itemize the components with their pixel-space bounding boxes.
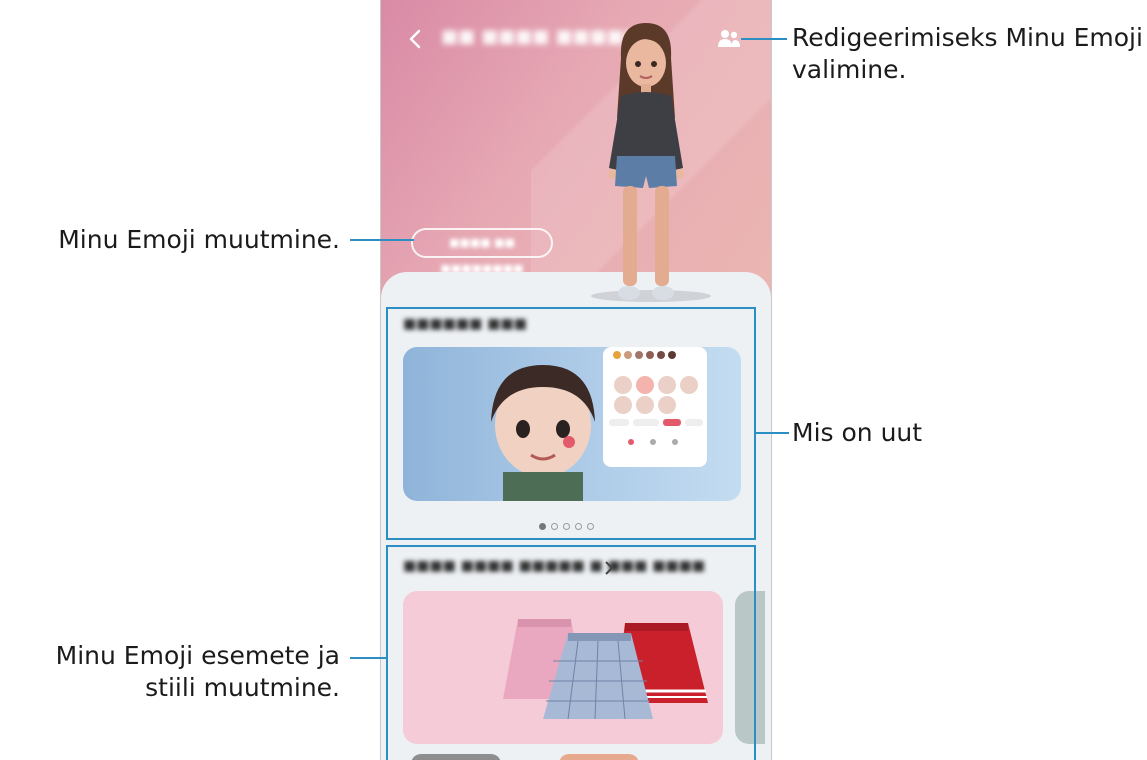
callout-line-whats-new [756,432,789,434]
callout-line-items [350,657,386,659]
change-emoji-button[interactable]: ■■■■ ■■ ■■■■■■■■ [411,228,553,275]
callout-items-style: Minu Emoji esemete ja stiili muutmine. [55,641,340,702]
callout-whats-new: Mis on uut [792,418,923,447]
my-emoji-avatar [608,23,684,300]
back-arrow-icon[interactable] [403,26,429,52]
people-icon[interactable] [717,28,741,50]
callout-line-select [741,38,787,40]
whats-new-highlight [386,307,756,540]
callout-change-emoji: Minu Emoji muutmine. [58,225,340,254]
callout-select-emoji: Redigeerimiseks Minu Emoji valimine. [792,23,1143,84]
items-style-highlight [386,545,756,760]
callout-line-change [350,239,414,241]
